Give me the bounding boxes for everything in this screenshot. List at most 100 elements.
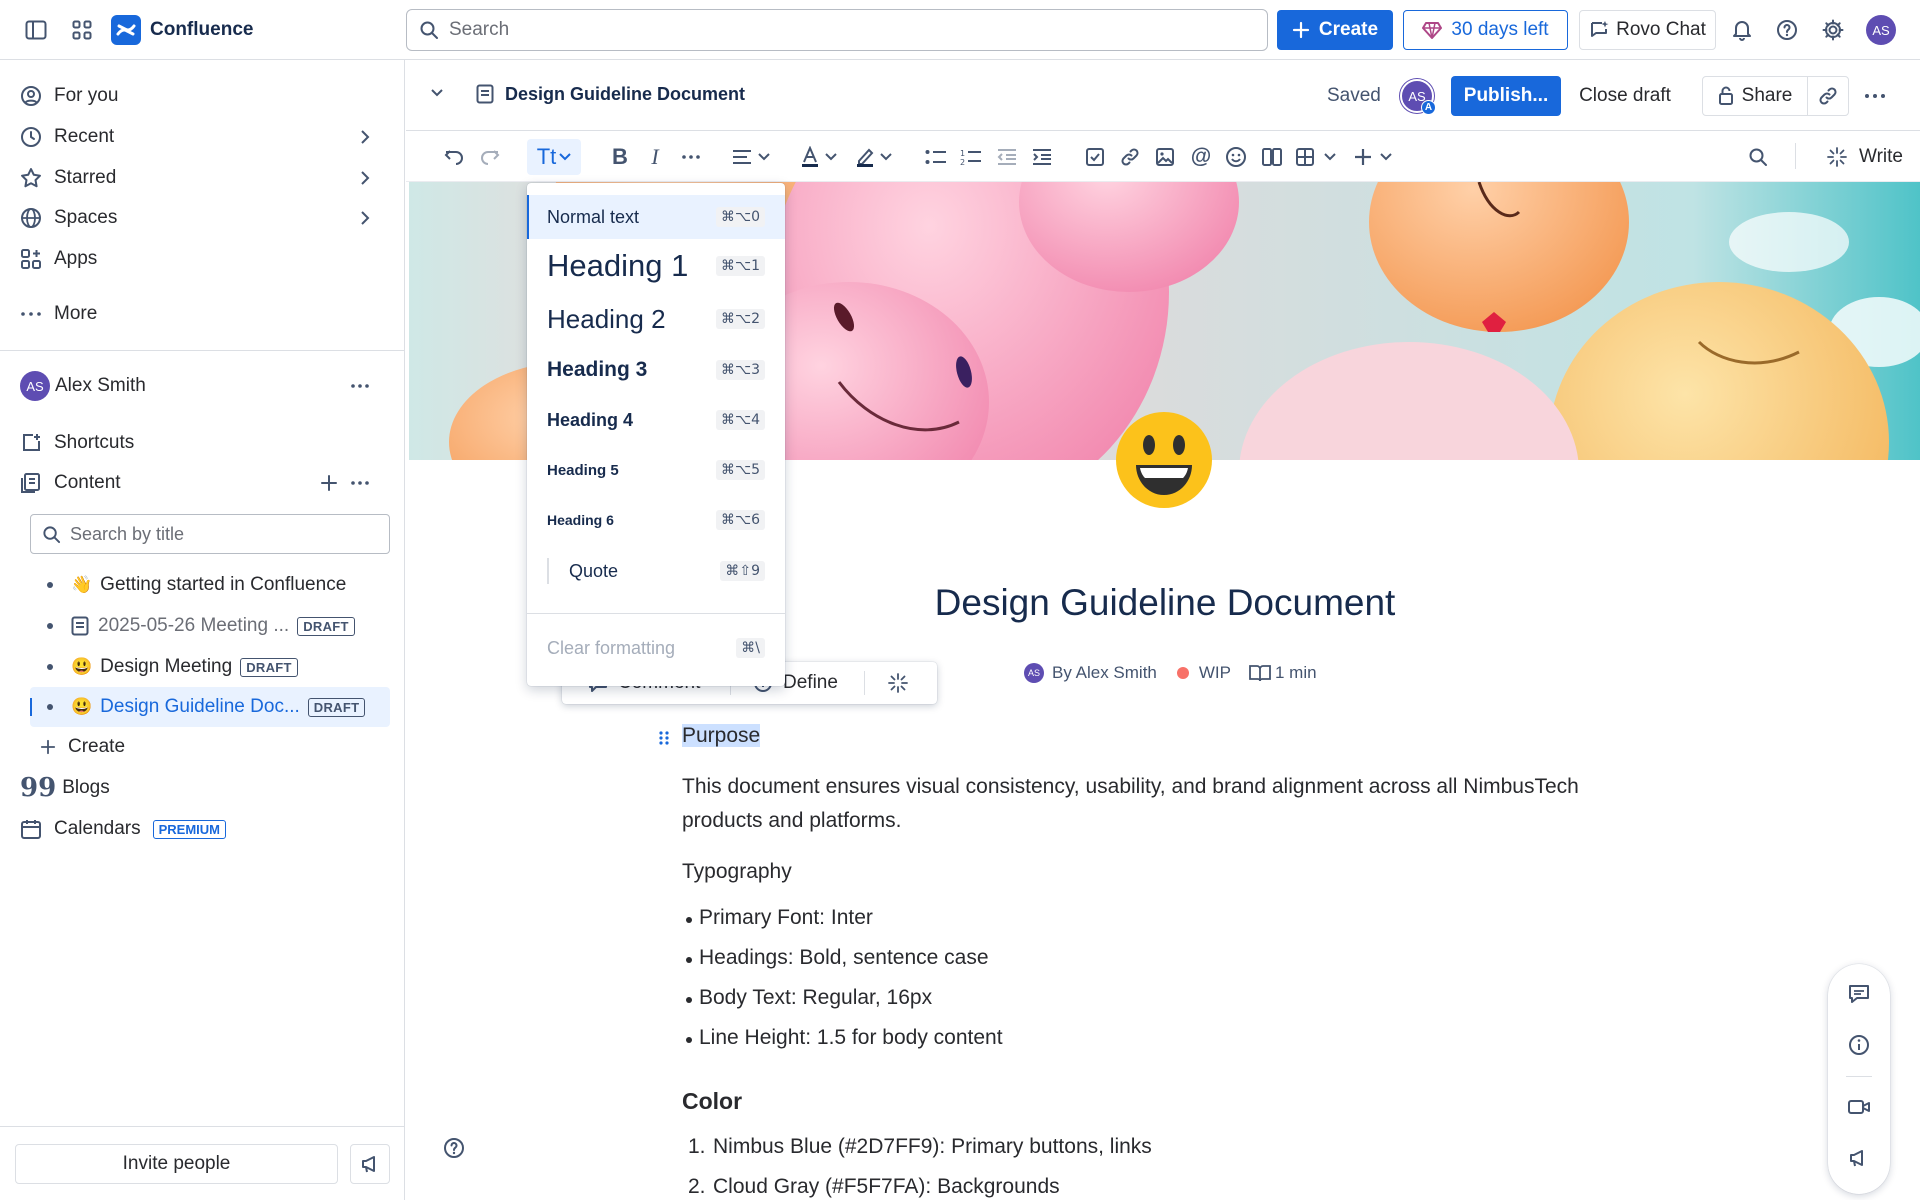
sidebar-item-spaces[interactable]: Spaces	[20, 198, 390, 238]
content-search-input[interactable]: Search by title	[30, 514, 390, 554]
redo-icon[interactable]	[475, 141, 505, 173]
color-heading[interactable]: Color	[682, 1084, 742, 1118]
publish-button[interactable]: Publish...	[1451, 76, 1561, 116]
sidebar-item-blogs[interactable]: 99 Blogs	[20, 768, 390, 808]
page-header-title[interactable]: Design Guideline Document	[505, 84, 745, 105]
bold-icon[interactable]: B	[605, 141, 635, 173]
drag-handle-icon[interactable]	[659, 730, 669, 746]
user-avatar[interactable]: AS	[1866, 15, 1896, 45]
highlight-color-icon[interactable]	[853, 141, 897, 173]
chevron-right-icon[interactable]	[360, 210, 370, 226]
collapse-chevron-icon[interactable]	[430, 88, 444, 97]
italic-icon[interactable]: I	[640, 141, 670, 173]
tree-item[interactable]: 2025-05-26 Meeting ... DRAFT	[30, 606, 390, 646]
sidebar-item-for-you[interactable]: For you	[20, 76, 390, 116]
confluence-logo[interactable]: Confluence	[111, 15, 253, 45]
chevron-right-icon[interactable]	[360, 129, 370, 145]
rovo-chat-button[interactable]: Rovo Chat	[1579, 10, 1716, 50]
menu-item-heading-2[interactable]: Heading 2 ⌘⌥2	[527, 293, 785, 345]
sidebar-item-more[interactable]: More	[20, 294, 390, 334]
ai-sparkle-button[interactable]	[888, 673, 908, 693]
insert-image-icon[interactable]	[1150, 141, 1180, 173]
create-button[interactable]: Create	[1277, 10, 1393, 50]
sidebar-item-content[interactable]: Content	[20, 463, 390, 503]
sidebar-item-calendars[interactable]: Calendars PREMIUM	[20, 809, 390, 849]
page-info-icon[interactable]	[1848, 1034, 1870, 1056]
outdent-icon[interactable]	[992, 141, 1022, 173]
write-ai-button[interactable]: Write	[1820, 141, 1910, 173]
find-search-icon[interactable]	[1743, 141, 1773, 173]
copy-link-button[interactable]	[1807, 76, 1849, 116]
trial-button[interactable]: 30 days left	[1403, 10, 1568, 50]
sidebar-item-shortcuts[interactable]: Shortcuts	[20, 423, 390, 463]
page-emoji[interactable]	[1113, 409, 1215, 511]
feedback-megaphone-icon[interactable]	[1848, 1148, 1868, 1168]
menu-item-quote[interactable]: Quote ⌘⇧9	[527, 545, 785, 597]
menu-item-heading-3[interactable]: Heading 3 ⌘⌥3	[527, 345, 785, 395]
notifications-bell-icon[interactable]	[1728, 16, 1756, 44]
numbered-item[interactable]: Nimbus Blue (#2D7FF9): Primary buttons, …	[713, 1135, 1152, 1159]
invite-people-button[interactable]: Invite people	[15, 1144, 338, 1184]
video-record-icon[interactable]	[1847, 1098, 1871, 1116]
list-item[interactable]: Body Text: Regular, 16px	[685, 986, 932, 1010]
add-content-icon[interactable]	[320, 474, 338, 492]
menu-item-normal-text[interactable]: Normal text ⌘⌥0	[527, 195, 785, 239]
menu-item-heading-1[interactable]: Heading 1 ⌘⌥1	[527, 239, 785, 293]
more-options-icon[interactable]	[350, 383, 370, 389]
insert-link-icon[interactable]	[1115, 141, 1145, 173]
purpose-paragraph-line[interactable]: This document ensures visual consistency…	[682, 770, 1579, 804]
collaborator-avatar[interactable]: AS A	[1400, 79, 1436, 115]
more-options-icon[interactable]	[350, 480, 370, 486]
menu-item-heading-4[interactable]: Heading 4 ⌘⌥4	[527, 395, 785, 445]
help-icon[interactable]	[1773, 16, 1801, 44]
help-icon[interactable]	[443, 1137, 465, 1159]
sidebar-item-starred[interactable]: Starred	[20, 158, 390, 198]
numbered-item[interactable]: Cloud Gray (#F5F7FA): Backgrounds	[713, 1175, 1060, 1199]
feedback-megaphone-button[interactable]	[350, 1144, 390, 1184]
indent-icon[interactable]	[1027, 141, 1057, 173]
draft-badge: DRAFT	[307, 697, 366, 717]
close-draft-button[interactable]: Close draft	[1574, 76, 1676, 116]
menu-item-heading-5[interactable]: Heading 5 ⌘⌥5	[527, 445, 785, 495]
app-switcher-icon[interactable]	[68, 16, 96, 44]
tree-item-selected[interactable]: 😃 Design Guideline Doc... DRAFT	[30, 687, 390, 727]
purpose-paragraph-line[interactable]: products and platforms.	[682, 804, 901, 838]
undo-icon[interactable]	[439, 141, 469, 173]
author-avatar[interactable]: AS	[1024, 663, 1044, 683]
tree-item[interactable]: 😃 Design Meeting DRAFT	[30, 647, 390, 687]
layout-columns-icon[interactable]	[1257, 141, 1287, 173]
list-item[interactable]: Headings: Bold, sentence case	[686, 946, 989, 970]
text-style-dropdown[interactable]: Tt	[527, 139, 581, 175]
typography-heading[interactable]: Typography	[682, 855, 792, 889]
emoji-icon[interactable]	[1221, 141, 1251, 173]
sidebar-create[interactable]: Create	[40, 727, 390, 767]
chevron-right-icon[interactable]	[360, 170, 370, 186]
document-title[interactable]: Design Guideline Document	[682, 582, 1648, 624]
bullet-list-icon[interactable]	[921, 141, 951, 173]
sidebar-toggle-icon[interactable]	[22, 18, 50, 42]
more-formatting-icon[interactable]	[676, 141, 706, 173]
sidebar-item-apps[interactable]: Apps	[20, 239, 390, 279]
space-header[interactable]: AS Alex Smith	[20, 366, 390, 406]
alignment-icon[interactable]	[729, 141, 773, 173]
insert-more-icon[interactable]	[1353, 141, 1397, 173]
insert-table-icon[interactable]	[1293, 141, 1341, 173]
comments-panel-icon[interactable]	[1848, 984, 1870, 1004]
list-item[interactable]: Primary Font: Inter	[686, 906, 873, 930]
author-name[interactable]: By Alex Smith	[1052, 663, 1157, 683]
star-icon	[21, 168, 41, 188]
sidebar-item-recent[interactable]: Recent	[20, 117, 390, 157]
purpose-heading[interactable]: Purpose	[682, 719, 761, 753]
menu-item-heading-6[interactable]: Heading 6 ⌘⌥6	[527, 495, 785, 545]
more-options-icon[interactable]	[1864, 93, 1886, 99]
tree-item[interactable]: 👋 Getting started in Confluence	[30, 565, 390, 605]
global-search[interactable]: Search	[406, 9, 1268, 51]
share-button[interactable]: Share	[1702, 76, 1808, 116]
status-label[interactable]: WIP	[1199, 663, 1231, 683]
numbered-list-icon[interactable]: 12	[956, 141, 986, 173]
list-item[interactable]: Line Height: 1.5 for body content	[686, 1026, 1003, 1050]
text-color-icon[interactable]	[798, 141, 842, 173]
mention-icon[interactable]: @	[1186, 141, 1216, 173]
task-checkbox-icon[interactable]	[1080, 141, 1110, 173]
settings-gear-icon[interactable]	[1819, 16, 1847, 44]
